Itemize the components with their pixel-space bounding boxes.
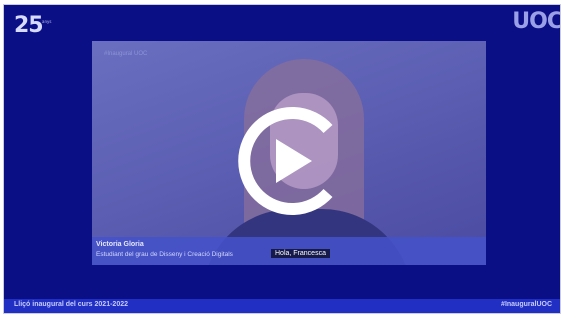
play-icon (238, 107, 333, 215)
speaker-role: Estudiant del grau de Disseny i Creació … (96, 251, 233, 258)
subtitle-caption: Hola, Francesca (271, 249, 330, 258)
anniversary-logo: 25 anys (14, 13, 52, 38)
hashtag-label: #InauguralUOC (501, 301, 552, 308)
overlay-tag: #Inaugural UOC (104, 51, 148, 57)
play-button[interactable] (232, 105, 344, 217)
event-title: Lliçó inaugural del curs 2021-2022 (14, 301, 128, 308)
speaker-name: Victoria Gloria (96, 241, 144, 248)
uoc-logo: UOC (512, 9, 560, 34)
video-player[interactable]: 25 anys UOC #Inaugural UOC Victoria Glor… (4, 5, 560, 313)
footer-bar: Lliçó inaugural del curs 2021-2022 #Inau… (4, 299, 560, 313)
